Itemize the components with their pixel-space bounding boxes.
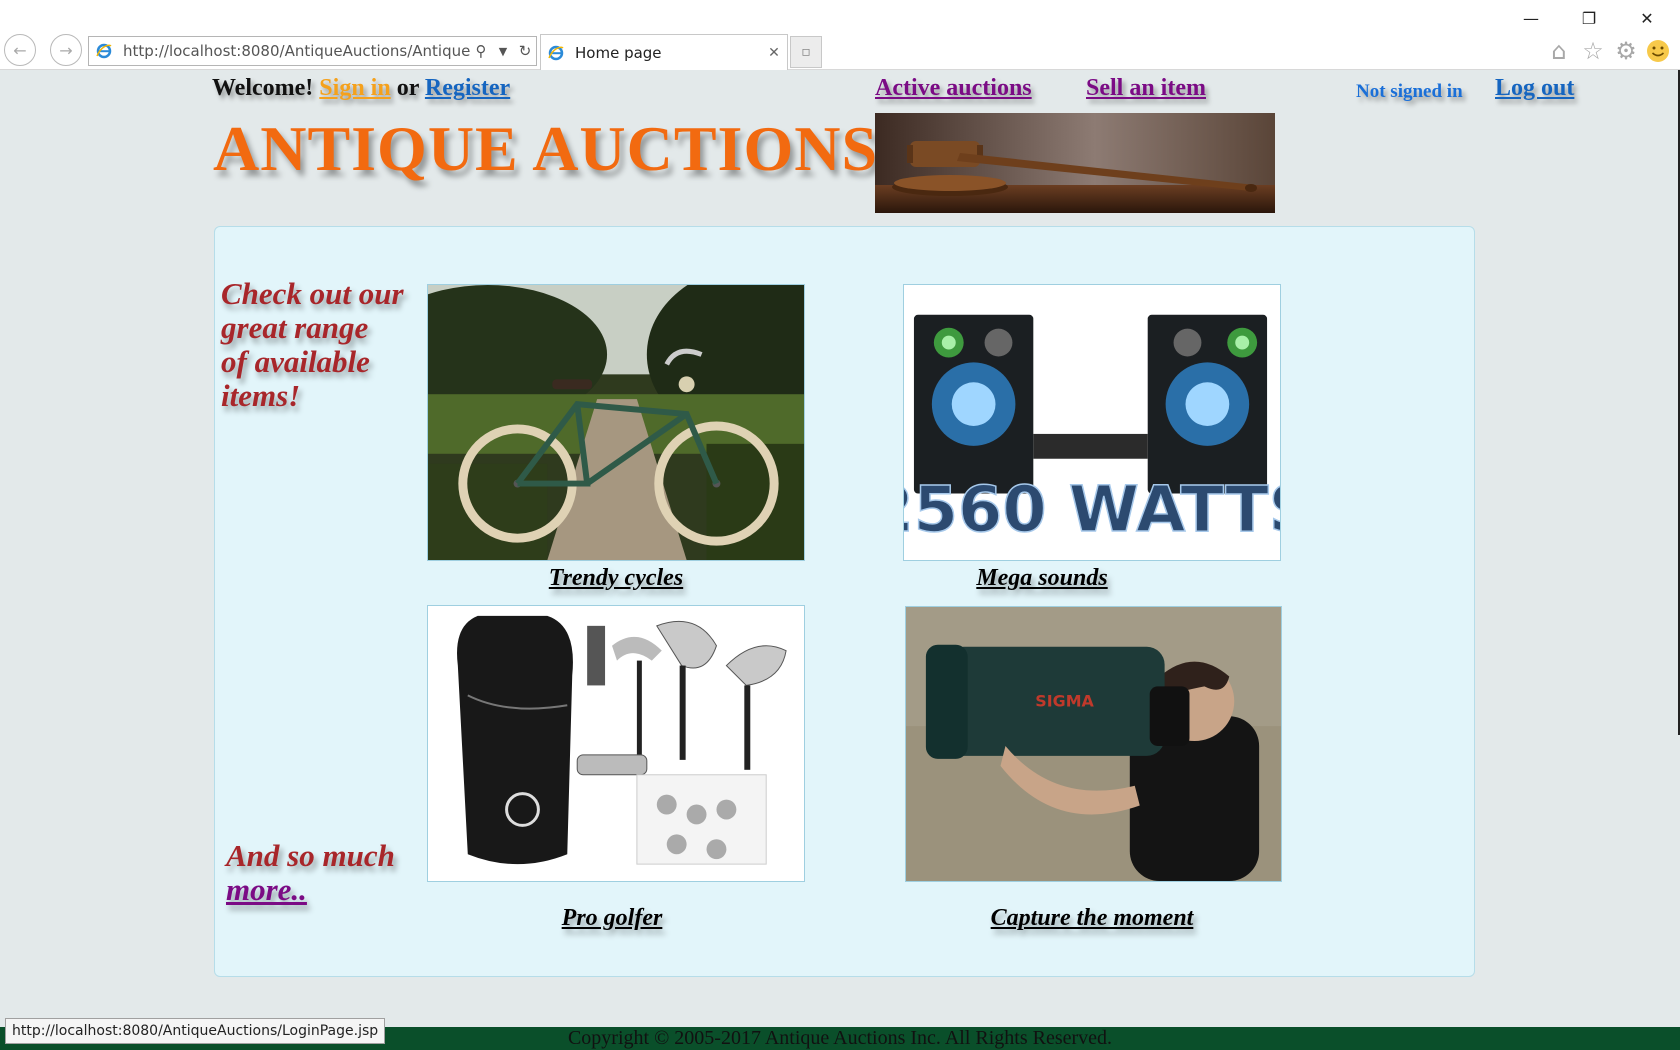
settings-gear-icon[interactable]: ⚙ bbox=[1611, 36, 1641, 66]
or-text: or bbox=[396, 75, 419, 101]
restore-icon[interactable]: ❐ bbox=[1566, 4, 1612, 32]
browser-status-url: http://localhost:8080/AntiqueAuctions/Lo… bbox=[5, 1018, 386, 1044]
home-icon[interactable]: ⌂ bbox=[1544, 36, 1574, 66]
tab-title: Home page bbox=[575, 43, 662, 62]
promo-heading: Check out our great range of available i… bbox=[221, 277, 404, 413]
browser-chrome: — ❐ ✕ ← → http://localhost:8080/AntiqueA… bbox=[0, 0, 1680, 70]
minimize-icon[interactable]: — bbox=[1508, 4, 1554, 32]
sign-in-status: Not signed in bbox=[1356, 81, 1463, 102]
promo-line-2: great range bbox=[221, 310, 369, 345]
page-viewport: Welcome! Sign in or Register Active auct… bbox=[0, 70, 1680, 1050]
item-caption-pro-golfer[interactable]: Pro golfer bbox=[423, 905, 801, 932]
tab-home-page[interactable]: Home page ✕ bbox=[540, 34, 788, 70]
back-arrow-icon: ← bbox=[13, 40, 27, 60]
new-tab-icon: ▫ bbox=[801, 44, 811, 60]
more-prefix: And so much bbox=[226, 838, 395, 873]
address-url[interactable]: http://localhost:8080/AntiqueAuctions/An… bbox=[123, 42, 470, 60]
promo-line-3: of available bbox=[221, 344, 370, 379]
speaker-watts-text: 2560 WATTS bbox=[904, 472, 1280, 546]
log-out-link[interactable]: Log out bbox=[1495, 75, 1574, 102]
back-button[interactable]: ← bbox=[4, 34, 36, 66]
new-tab-button[interactable]: ▫ bbox=[790, 36, 822, 68]
item-image-camera[interactable]: SIGMA bbox=[905, 606, 1282, 882]
address-bar[interactable]: http://localhost:8080/AntiqueAuctions/An… bbox=[88, 36, 537, 66]
ie-logo-icon bbox=[96, 43, 112, 59]
tab-ie-icon bbox=[548, 45, 564, 60]
register-link[interactable]: Register bbox=[425, 75, 510, 101]
item-caption-mega-sounds[interactable]: Mega sounds bbox=[853, 565, 1231, 592]
promo-line-4: items! bbox=[221, 378, 301, 413]
copyright-text: Copyright © 2005-2017 Antique Auctions I… bbox=[567, 1027, 1113, 1049]
tab-close-icon[interactable]: ✕ bbox=[761, 45, 787, 61]
sign-in-link[interactable]: Sign in bbox=[319, 75, 390, 101]
item-caption-trendy-cycles[interactable]: Trendy cycles bbox=[427, 565, 805, 592]
favorites-star-icon[interactable]: ☆ bbox=[1578, 36, 1608, 66]
featured-items-panel: Check out our great range of available i… bbox=[214, 226, 1475, 977]
item-image-golf[interactable] bbox=[427, 605, 805, 882]
item-image-bicycle[interactable] bbox=[427, 284, 805, 561]
lens-brand-text: SIGMA bbox=[1035, 691, 1094, 710]
refresh-icon[interactable]: ↻ bbox=[514, 42, 536, 60]
welcome-line: Welcome! Sign in or Register bbox=[212, 75, 510, 102]
more-promo: And so much more.. bbox=[226, 839, 395, 907]
active-auctions-link[interactable]: Active auctions bbox=[875, 75, 1032, 102]
site-title: ANTIQUE AUCTIONS bbox=[213, 113, 879, 184]
item-image-speakers[interactable]: 2560 WATTS bbox=[903, 284, 1281, 561]
search-icon[interactable]: ⚲ bbox=[470, 42, 492, 60]
item-caption-capture-the-moment[interactable]: Capture the moment bbox=[903, 905, 1281, 932]
forward-button[interactable]: → bbox=[50, 34, 82, 66]
sell-item-link[interactable]: Sell an item bbox=[1086, 75, 1206, 102]
more-link[interactable]: more.. bbox=[226, 872, 307, 907]
close-window-icon[interactable]: ✕ bbox=[1624, 4, 1670, 32]
promo-line-1: Check out our bbox=[221, 276, 404, 311]
top-navigation: Welcome! Sign in or Register Active auct… bbox=[0, 70, 1680, 110]
dropdown-arrow-icon[interactable]: ▼ bbox=[492, 45, 514, 58]
welcome-text: Welcome! bbox=[212, 75, 314, 101]
feedback-smiley-icon[interactable] bbox=[1643, 36, 1673, 66]
gavel-banner-image bbox=[875, 113, 1275, 213]
forward-arrow-icon: → bbox=[59, 40, 73, 60]
